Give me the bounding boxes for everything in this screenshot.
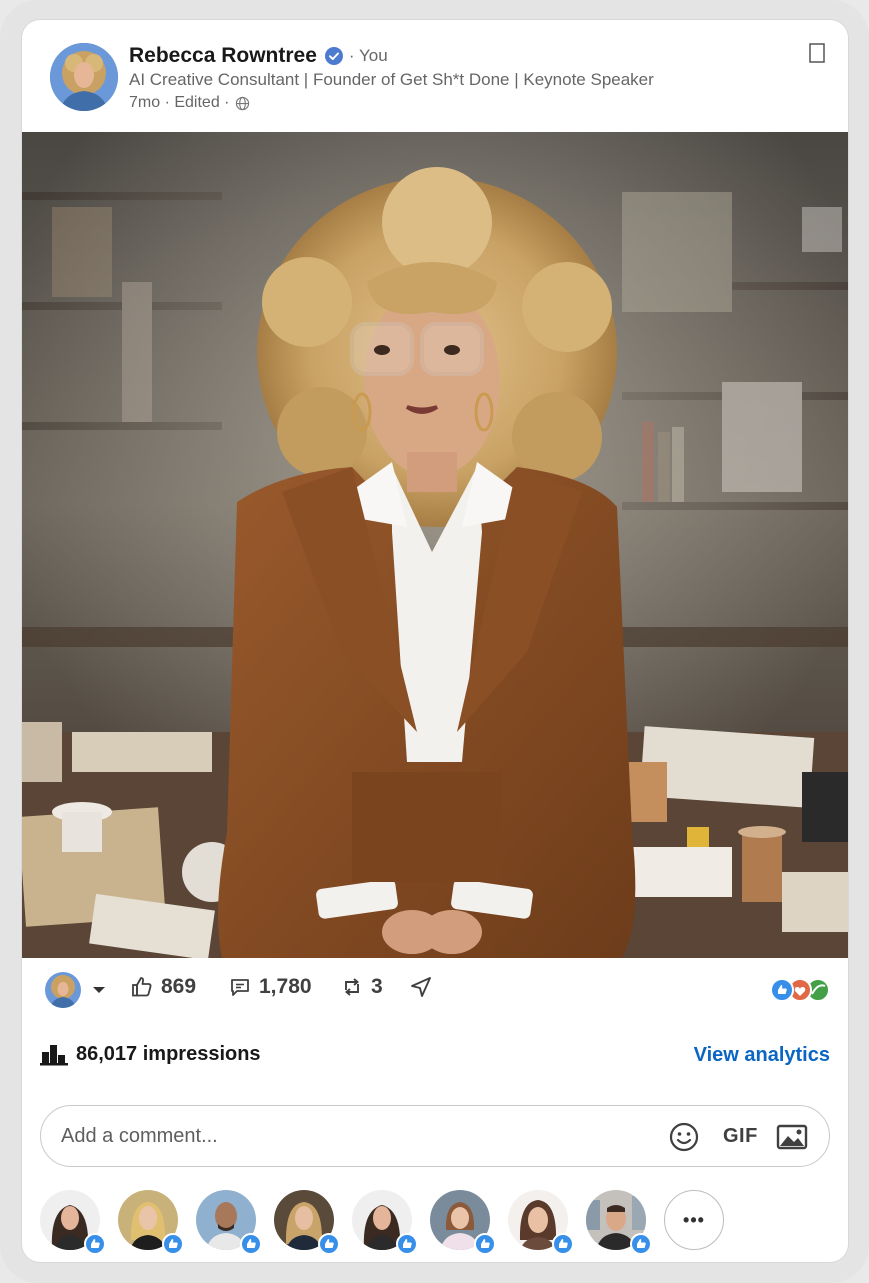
like-badge-icon: [552, 1233, 574, 1255]
reactor-avatar[interactable]: [274, 1190, 340, 1255]
impressions-count: 86,017 impressions: [76, 1042, 261, 1065]
like-badge-icon: [396, 1233, 418, 1255]
reactor-avatar[interactable]: [508, 1190, 574, 1255]
like-badge-icon: [630, 1233, 652, 1255]
like-icon: [132, 977, 152, 997]
post-meta: 7mo · Edited ·: [129, 94, 250, 112]
comment-placeholder: Add a comment...: [61, 1125, 218, 1147]
post-header: Rebecca Rowntree · You AI Creative Consu…: [22, 20, 848, 132]
send-button[interactable]: [409, 975, 440, 999]
comment-icon: [231, 979, 249, 996]
chevron-down-icon[interactable]: [92, 985, 106, 995]
bookmark-icon[interactable]: [809, 43, 825, 63]
reactor-avatar[interactable]: [118, 1190, 184, 1255]
repost-icon: [345, 978, 359, 996]
like-badge-icon: [162, 1233, 184, 1255]
repost-button[interactable]: 3: [340, 975, 383, 999]
comment-count: 1,780: [259, 975, 312, 998]
reactor-avatar[interactable]: [352, 1190, 418, 1255]
reactor-avatar[interactable]: [196, 1190, 262, 1255]
author-name-row: Rebecca Rowntree · You: [129, 44, 388, 68]
gif-button[interactable]: GIF: [723, 1125, 758, 1148]
image-icon[interactable]: [776, 1123, 808, 1151]
more-reactors-button[interactable]: •••: [664, 1190, 724, 1250]
verified-icon: [324, 47, 343, 65]
reactions-summary-icon[interactable]: [770, 977, 830, 1003]
globe-icon: [236, 96, 250, 110]
like-badge-icon: [474, 1233, 496, 1255]
reactor-avatar[interactable]: [586, 1190, 652, 1255]
send-icon: [411, 977, 431, 997]
post-card: Rebecca Rowntree · You AI Creative Consu…: [22, 20, 848, 1262]
repost-count: 3: [371, 975, 383, 998]
like-badge-icon: [240, 1233, 262, 1255]
view-analytics-link[interactable]: View analytics: [694, 1044, 830, 1067]
author-headline: AI Creative Consultant | Founder of Get …: [129, 70, 654, 89]
author-avatar[interactable]: [50, 43, 118, 111]
author-name[interactable]: Rebecca Rowntree: [129, 44, 317, 68]
like-button[interactable]: 869: [130, 975, 196, 999]
comment-input[interactable]: Add a comment... GIF: [40, 1105, 830, 1167]
like-count: 869: [161, 975, 197, 998]
emoji-icon[interactable]: [668, 1121, 700, 1153]
like-badge-icon: [84, 1233, 106, 1255]
impressions-row[interactable]: 86,017 impressions: [40, 1042, 261, 1066]
post-image[interactable]: [22, 132, 848, 958]
like-badge-icon: [318, 1233, 340, 1255]
social-actions-bar: 869 1,780 3: [22, 958, 848, 1022]
bar-chart-icon: [40, 1045, 68, 1066]
comment-button[interactable]: 1,780: [228, 975, 312, 999]
actor-switcher-avatar[interactable]: [45, 972, 81, 1008]
post-time-edited: 7mo · Edited ·: [129, 94, 230, 111]
reactor-avatar[interactable]: [430, 1190, 496, 1255]
reactor-avatar[interactable]: [40, 1190, 106, 1255]
you-label: · You: [348, 46, 388, 65]
